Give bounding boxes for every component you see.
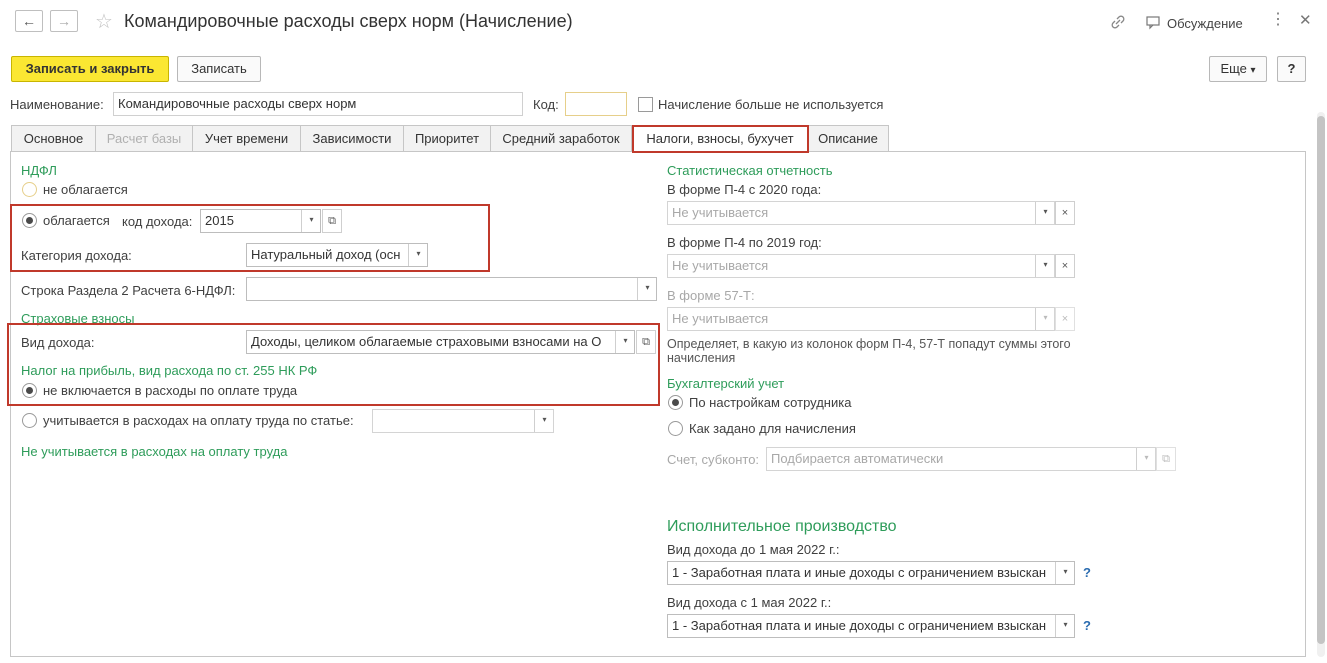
before-may-label: Вид дохода до 1 мая 2022 г.: bbox=[667, 542, 840, 557]
account-label: Счет, субконто: bbox=[667, 452, 760, 467]
open-icon[interactable]: ⧉ bbox=[1156, 447, 1176, 471]
p4-2020-label: В форме П-4 с 2020 года: bbox=[667, 182, 822, 197]
dropdown-icon[interactable]: ▾ bbox=[637, 278, 656, 300]
before-may-value: 1 - Заработная плата и иные доходы с огр… bbox=[672, 565, 1047, 580]
dropdown-icon: ▾ bbox=[1250, 65, 1256, 76]
stat-note: Определяет, в какую из колонок форм П-4,… bbox=[667, 337, 1071, 365]
ndfl-group-title: НДФЛ bbox=[21, 163, 57, 178]
more-menu-icon[interactable]: ⋮ bbox=[1270, 12, 1286, 28]
enforcement-group-title: Исполнительное производство bbox=[667, 518, 897, 535]
tab-dependencies[interactable]: Зависимости bbox=[300, 125, 404, 152]
dropdown-icon[interactable]: ▾ bbox=[1035, 255, 1054, 277]
section-row-label: Строка Раздела 2 Расчета 6-НДФЛ: bbox=[21, 283, 236, 298]
tab-priority[interactable]: Приоритет bbox=[403, 125, 491, 152]
included-radio[interactable] bbox=[22, 413, 37, 428]
p4-2020-value: Не учитывается bbox=[672, 205, 769, 220]
forward-arrow-icon: → bbox=[57, 13, 71, 29]
not-taxed-radio[interactable] bbox=[22, 182, 37, 197]
after-may-label: Вид дохода с 1 мая 2022 г.: bbox=[667, 595, 832, 610]
after-may-field[interactable]: 1 - Заработная плата и иные доходы с огр… bbox=[667, 614, 1075, 638]
favorite-star-icon[interactable]: ☆ bbox=[95, 9, 113, 34]
after-may-value: 1 - Заработная плата и иные доходы с огр… bbox=[672, 618, 1047, 633]
tab-description[interactable]: Описание bbox=[807, 125, 889, 152]
help-icon[interactable]: ? bbox=[1083, 565, 1091, 580]
discussion-link[interactable]: Обсуждение bbox=[1167, 16, 1243, 31]
discussion-icon[interactable] bbox=[1145, 14, 1161, 33]
dropdown-icon[interactable]: ▾ bbox=[1035, 202, 1054, 224]
before-may-field[interactable]: 1 - Заработная плата и иные доходы с огр… bbox=[667, 561, 1075, 585]
code-label: Код: bbox=[533, 97, 559, 112]
save-button[interactable]: Записать bbox=[177, 56, 261, 82]
dropdown-icon[interactable]: ▾ bbox=[1055, 615, 1074, 637]
p4-2019-field[interactable]: Не учитывается ▾ bbox=[667, 254, 1055, 278]
not-counted-note: Не учитывается в расходах на оплату труд… bbox=[21, 444, 288, 459]
stat-group-title: Статистическая отчетность bbox=[667, 163, 833, 178]
tab-average-earnings[interactable]: Средний заработок bbox=[490, 125, 632, 152]
unused-checkbox[interactable] bbox=[638, 97, 653, 112]
back-button[interactable]: ← bbox=[15, 10, 43, 32]
help-button[interactable]: ? bbox=[1277, 56, 1306, 82]
dropdown-icon[interactable]: ▾ bbox=[534, 410, 553, 432]
highlight-insurance bbox=[7, 323, 660, 406]
p4-2019-label: В форме П-4 по 2019 год: bbox=[667, 235, 822, 250]
acc-by-employee-radio[interactable] bbox=[668, 395, 683, 410]
vertical-scrollbar[interactable] bbox=[1317, 112, 1325, 657]
clear-icon[interactable]: × bbox=[1055, 201, 1075, 225]
link-icon[interactable] bbox=[1110, 14, 1126, 33]
f57-field[interactable]: Не учитывается ▾ bbox=[667, 307, 1055, 331]
help-icon[interactable]: ? bbox=[1083, 618, 1091, 633]
highlight-ndfl bbox=[10, 204, 490, 272]
name-field[interactable]: Командировочные расходы сверх норм bbox=[113, 92, 523, 116]
accounting-group-title: Бухгалтерский учет bbox=[667, 376, 785, 391]
clear-icon[interactable]: × bbox=[1055, 254, 1075, 278]
f57-label: В форме 57-Т: bbox=[667, 288, 755, 303]
code-field[interactable] bbox=[565, 92, 627, 116]
scrollbar-thumb[interactable] bbox=[1317, 116, 1325, 644]
account-field[interactable]: Подбирается автоматически ▾ bbox=[766, 447, 1156, 471]
clear-icon[interactable]: × bbox=[1055, 307, 1075, 331]
back-arrow-icon: ← bbox=[22, 13, 36, 29]
p4-2019-value: Не учитывается bbox=[672, 258, 769, 273]
dropdown-icon[interactable]: ▾ bbox=[1055, 562, 1074, 584]
unused-label: Начисление больше не используется bbox=[658, 97, 884, 112]
save-close-button[interactable]: Записать и закрыть bbox=[11, 56, 169, 82]
tab-base-calc[interactable]: Расчет базы bbox=[95, 125, 193, 152]
p4-2020-field[interactable]: Не учитывается ▾ bbox=[667, 201, 1055, 225]
dropdown-icon[interactable]: ▾ bbox=[1035, 308, 1054, 330]
page-title: Командировочные расходы сверх норм (Начи… bbox=[124, 11, 573, 31]
tab-main[interactable]: Основное bbox=[11, 125, 96, 152]
account-value: Подбирается автоматически bbox=[771, 451, 944, 466]
included-label: учитывается в расходах на оплату труда п… bbox=[43, 413, 354, 428]
highlight-tab bbox=[632, 125, 809, 153]
name-label: Наименование: bbox=[10, 97, 104, 112]
acc-as-set-label: Как задано для начисления bbox=[689, 421, 856, 436]
acc-as-set-radio[interactable] bbox=[668, 421, 683, 436]
more-button-label: Еще bbox=[1220, 61, 1247, 76]
forward-button[interactable]: → bbox=[50, 10, 78, 32]
included-article-field[interactable]: ▾ bbox=[372, 409, 554, 433]
acc-by-employee-label: По настройкам сотрудника bbox=[689, 395, 852, 410]
tab-time-tracking[interactable]: Учет времени bbox=[192, 125, 301, 152]
more-button[interactable]: Еще ▾ bbox=[1209, 56, 1267, 82]
close-icon[interactable]: ✕ bbox=[1299, 13, 1312, 29]
section-row-field[interactable]: ▾ bbox=[246, 277, 657, 301]
not-taxed-label: не облагается bbox=[43, 182, 128, 197]
f57-value: Не учитывается bbox=[672, 311, 769, 326]
dropdown-icon[interactable]: ▾ bbox=[1136, 448, 1155, 470]
